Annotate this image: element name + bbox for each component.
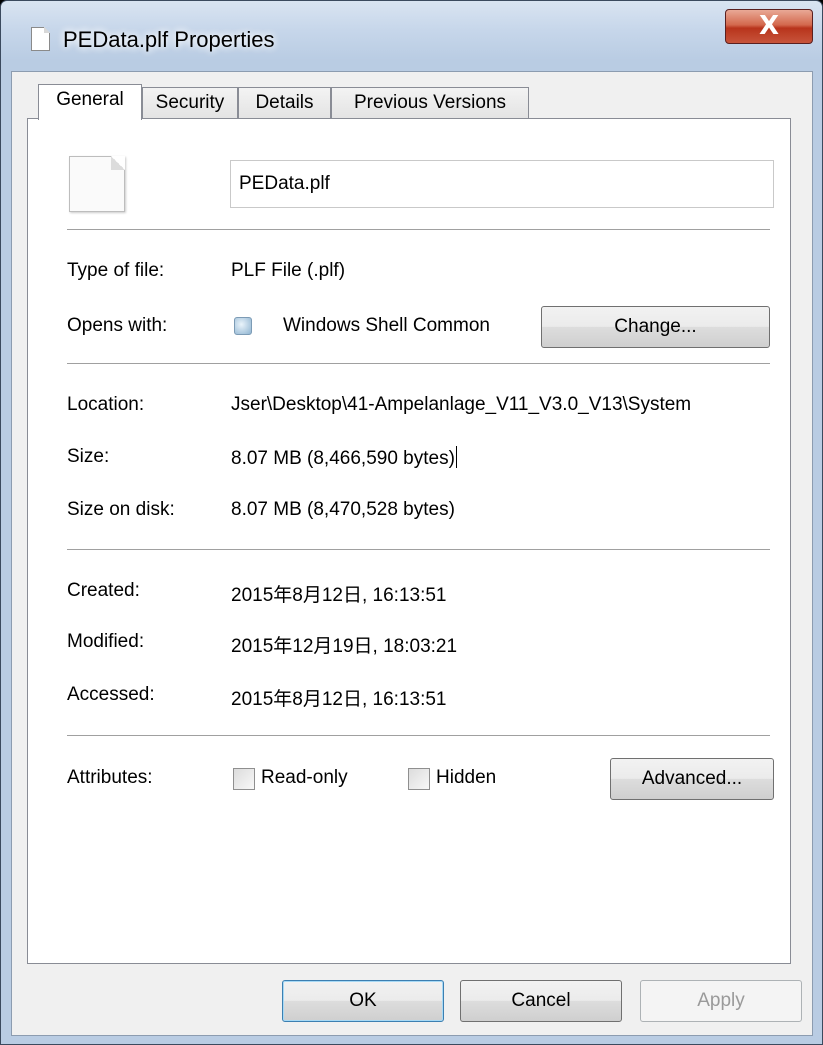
size-value-row[interactable]: 8.07 MB (8,466,590 bytes) <box>231 446 457 470</box>
divider <box>67 549 770 550</box>
advanced-button[interactable]: Advanced... <box>610 758 774 800</box>
ok-button[interactable]: OK <box>282 980 444 1022</box>
tab-general[interactable]: General <box>38 84 142 120</box>
read-only-checkbox[interactable] <box>233 768 255 790</box>
size-on-disk-value[interactable]: 8.07 MB (8,470,528 bytes) <box>231 499 455 521</box>
file-name-input[interactable] <box>230 160 774 208</box>
type-label: Type of file: <box>67 260 165 281</box>
window-title: PEData.plf Properties <box>63 27 275 52</box>
windows-shell-icon <box>234 317 252 335</box>
title-bar: PEData.plf Properties X <box>1 1 823 71</box>
opens-with-label: Opens with: <box>67 315 168 336</box>
location-label: Location: <box>67 394 145 415</box>
tab-details[interactable]: Details <box>238 87 331 119</box>
created-label: Created: <box>67 580 140 601</box>
document-icon <box>31 27 50 51</box>
modified-label: Modified: <box>67 631 145 652</box>
opens-with-value: Windows Shell Common <box>283 315 490 336</box>
tab-security[interactable]: Security <box>142 87 238 119</box>
size-on-disk-label: Size on disk: <box>67 499 175 520</box>
file-icon <box>69 156 125 212</box>
hidden-label[interactable]: Hidden <box>436 767 496 789</box>
modified-value[interactable]: 2015年12月19日, 18:03:21 <box>231 631 457 658</box>
hidden-checkbox[interactable] <box>408 768 430 790</box>
divider <box>67 363 770 364</box>
read-only-label[interactable]: Read-only <box>261 767 348 789</box>
location-value[interactable]: Jser\Desktop\41-Ampelanlage_V11_V3.0_V13… <box>231 394 691 416</box>
accessed-value[interactable]: 2015年8月12日, 16:13:51 <box>231 684 447 711</box>
text-caret <box>455 446 457 468</box>
size-value: 8.07 MB (8,466,590 bytes) <box>231 448 455 469</box>
size-label: Size: <box>67 446 110 467</box>
close-button[interactable]: X <box>725 9 813 44</box>
properties-dialog: PEData.plf Properties X General Security… <box>0 0 823 1045</box>
type-value: PLF File (.plf) <box>231 260 346 281</box>
tab-previous-versions[interactable]: Previous Versions <box>331 87 529 119</box>
general-panel <box>27 118 791 964</box>
accessed-label: Accessed: <box>67 684 155 705</box>
attributes-label: Attributes: <box>67 767 153 788</box>
created-value[interactable]: 2015年8月12日, 16:13:51 <box>231 580 447 607</box>
divider <box>67 229 770 230</box>
apply-button[interactable]: Apply <box>640 980 802 1022</box>
divider <box>67 735 770 736</box>
change-button[interactable]: Change... <box>541 306 770 348</box>
cancel-button[interactable]: Cancel <box>460 980 622 1022</box>
